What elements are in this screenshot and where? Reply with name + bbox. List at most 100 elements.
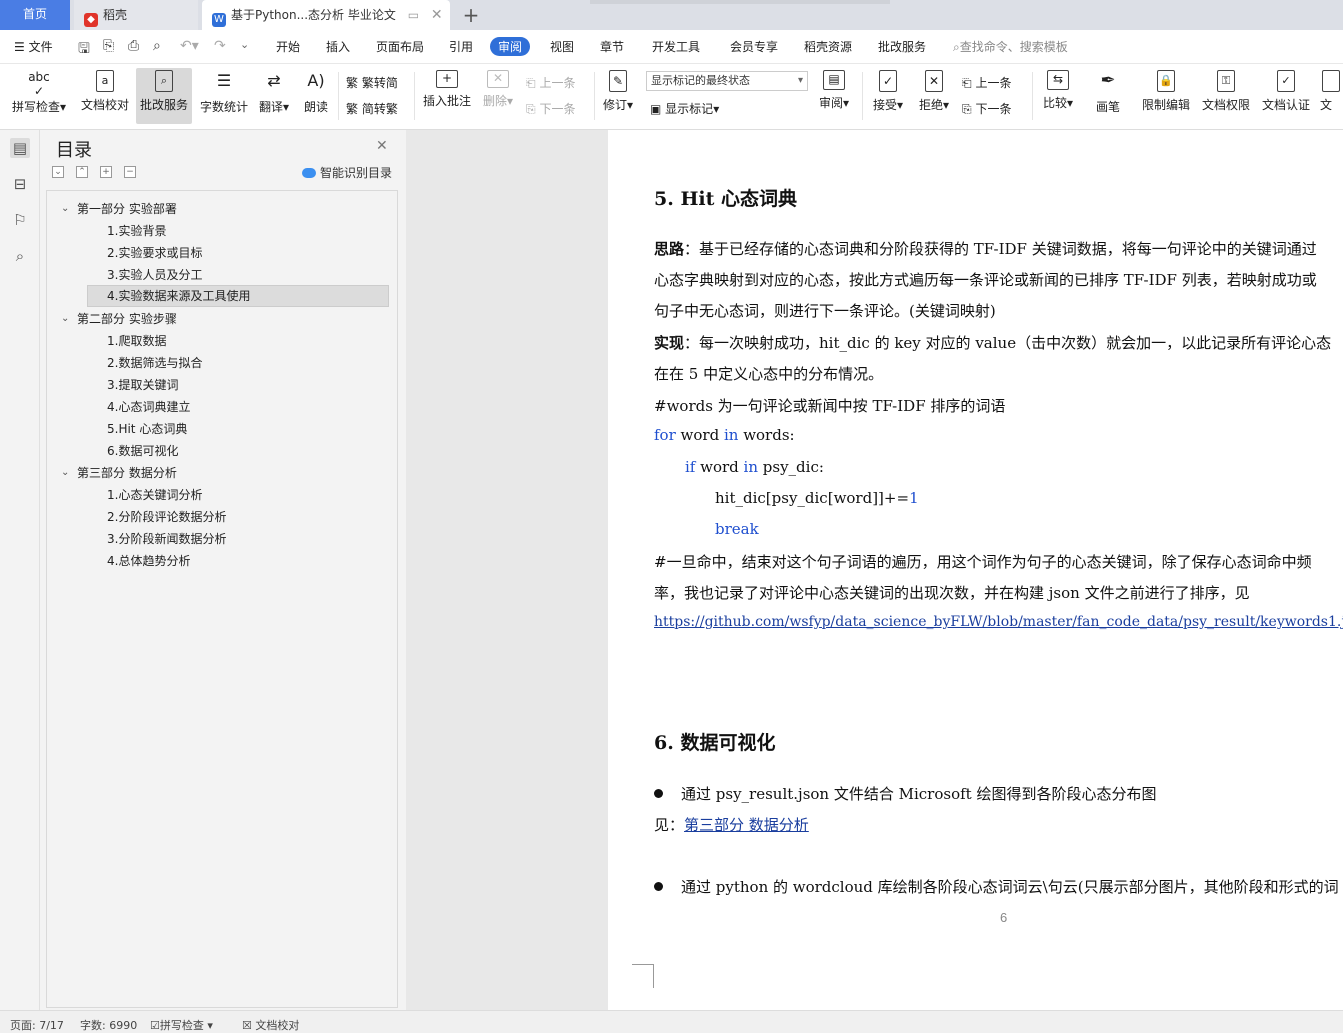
- insert-comment-button[interactable]: + 插入批注: [420, 68, 474, 124]
- next-comment-button[interactable]: ⎘ 下一条: [526, 100, 575, 117]
- collapse-all-icon[interactable]: ⌄: [52, 166, 64, 178]
- command-search[interactable]: ⌕查找命令、搜索模板: [953, 38, 1068, 55]
- toc-item[interactable]: 3.提取关键词: [107, 374, 178, 396]
- menu-references[interactable]: 引用: [449, 38, 473, 55]
- simp-trad-icon: 繁: [346, 102, 359, 116]
- toc-item-selected[interactable]: 4.实验数据来源及工具使用: [87, 285, 389, 307]
- toc-item-part2[interactable]: ⌄ 第二部分 实验步骤: [61, 308, 177, 330]
- show-markup-button[interactable]: ▣ 显示标记▾: [650, 100, 719, 117]
- add-level-icon[interactable]: +: [100, 166, 112, 178]
- reject-label: 拒绝: [918, 98, 943, 112]
- review-service-button[interactable]: ⌕ 批改服务: [136, 68, 192, 124]
- see-label: 见：: [654, 816, 685, 834]
- menu-start[interactable]: 开始: [276, 38, 300, 55]
- chapter-nav-icon[interactable]: ⊟: [10, 174, 30, 194]
- close-tab-icon[interactable]: ✕: [431, 0, 443, 30]
- undo-icon[interactable]: ↶▾: [180, 38, 199, 54]
- screen-icon[interactable]: ▭: [408, 0, 419, 30]
- prev-change-icon: ⎗: [962, 76, 972, 90]
- spell-check-status[interactable]: ☑拼写检查 ▾: [150, 1017, 213, 1033]
- simp-to-trad-button[interactable]: 繁 简转繁: [346, 100, 398, 117]
- reject-button[interactable]: ✕ 拒绝▾: [914, 68, 954, 124]
- file-menu[interactable]: ☰ 文件: [14, 38, 53, 55]
- trad-to-simp-button[interactable]: 繁 繁转简: [346, 74, 398, 91]
- toc-item[interactable]: 1.爬取数据: [107, 330, 166, 352]
- find-icon[interactable]: ⌕: [10, 246, 30, 266]
- prev-change-button[interactable]: ⎗ 上一条: [962, 74, 1011, 91]
- trad-to-simp-label: 繁转简: [361, 76, 398, 90]
- menu-insert[interactable]: 插入: [326, 38, 350, 55]
- next-change-button[interactable]: ⎘ 下一条: [962, 100, 1011, 117]
- menu-member[interactable]: 会员专享: [730, 38, 778, 55]
- part3-link[interactable]: 第三部分 数据分析: [684, 816, 809, 834]
- review-pane-button[interactable]: ▤ 审阅▾: [814, 68, 854, 124]
- tab-daoke[interactable]: ◆ 稻壳: [74, 0, 198, 30]
- compare-button[interactable]: ⇆ 比较▾: [1038, 68, 1078, 124]
- ink-button[interactable]: ✒ 画笔: [1090, 68, 1126, 124]
- track-changes-button[interactable]: ✎ 修订▾: [600, 68, 636, 124]
- toc-item[interactable]: 1.心态关键词分析: [107, 484, 202, 506]
- code-text: words:: [738, 426, 795, 444]
- word-count-button[interactable]: ☰ 字数统计: [198, 68, 250, 124]
- menu-developer[interactable]: 开发工具: [652, 38, 700, 55]
- delete-comment-button[interactable]: ✕ 删除▾: [480, 68, 516, 124]
- doc-more-button[interactable]: 文: [1320, 68, 1343, 124]
- toc-item[interactable]: 3.实验人员及分工: [107, 264, 202, 286]
- new-tab-button[interactable]: +: [458, 0, 484, 30]
- expand-up-icon[interactable]: ⌃: [76, 166, 88, 178]
- doc-rights-button[interactable]: ⚿ 文档权限: [1198, 68, 1254, 124]
- doc-proof-status[interactable]: ☒ 文档校对: [242, 1017, 299, 1033]
- menu-chapter[interactable]: 章节: [600, 38, 624, 55]
- read-aloud-button[interactable]: A) 朗读: [300, 68, 332, 124]
- toc-item[interactable]: 2.分阶段评论数据分析: [107, 506, 226, 528]
- smart-toc-button[interactable]: 智能识别目录: [302, 164, 392, 181]
- remove-level-icon[interactable]: −: [124, 166, 136, 178]
- menu-view[interactable]: 视图: [550, 38, 574, 55]
- document-page[interactable]: 5. Hit 心态词典 思路：基于已经存储的心态词典和分阶段获得的 TF-IDF…: [608, 130, 1343, 1010]
- doc-cert-button[interactable]: ✓ 文档认证: [1258, 68, 1314, 124]
- compare-label: 比较: [1042, 96, 1067, 110]
- word-count-indicator[interactable]: 字数: 6990: [80, 1017, 137, 1033]
- menu-review-service[interactable]: 批改服务: [878, 38, 926, 55]
- page-indicator[interactable]: 页面: 7/17: [10, 1017, 64, 1033]
- toc-item[interactable]: 2.实验要求或目标: [107, 242, 202, 264]
- keywords-json-link[interactable]: https://github.com/wsfyp/data_science_by…: [654, 614, 1343, 630]
- toc-item[interactable]: 4.总体趋势分析: [107, 550, 190, 572]
- restrict-edit-button[interactable]: 🔒 限制编辑: [1138, 68, 1194, 124]
- menu-daoke-resources[interactable]: 稻壳资源: [804, 38, 852, 55]
- paragraph-implementation: 实现：每一次映射成功，hit_dic 的 key 对应的 value（击中次数）…: [654, 332, 1331, 353]
- toc-view-icon[interactable]: ▤: [10, 138, 30, 158]
- toc-item[interactable]: 4.心态词典建立: [107, 396, 190, 418]
- translate-button[interactable]: ⇄ 翻译▾: [256, 68, 292, 124]
- toc-item[interactable]: 1.实验背景: [107, 220, 166, 242]
- doc-more-label: 文: [1320, 98, 1333, 112]
- save-icon[interactable]: 🖫: [78, 38, 90, 62]
- toc-item-part1[interactable]: ⌄ 第一部分 实验部署: [61, 198, 177, 220]
- print-preview-icon[interactable]: ⌕: [153, 38, 161, 54]
- toc-item[interactable]: 3.分阶段新闻数据分析: [107, 528, 226, 550]
- tab-document[interactable]: W 基于Python...态分析 毕业论文 ▭ ✕: [202, 0, 450, 30]
- paragraph-line: 在在 5 中定义心态中的分布情况。: [654, 365, 884, 383]
- toc-item-part3[interactable]: ⌄ 第三部分 数据分析: [61, 462, 177, 484]
- bookmark-icon[interactable]: ⚐: [10, 210, 30, 230]
- export-pdf-icon[interactable]: ⎘: [103, 38, 114, 54]
- toc-item[interactable]: 6.数据可视化: [107, 440, 178, 462]
- redo-icon[interactable]: ↷: [214, 38, 226, 54]
- checkbox-icon: ☑: [150, 1019, 160, 1032]
- menu-review[interactable]: 审阅: [490, 37, 531, 56]
- menu-page-layout[interactable]: 页面布局: [376, 38, 424, 55]
- code-comment: #words 为一句评论或新闻中按 TF-IDF 排序的词语: [654, 397, 1006, 415]
- prev-comment-button[interactable]: ⎗ 上一条: [526, 74, 575, 91]
- toc-item[interactable]: 2.数据筛选与拟合: [107, 352, 202, 374]
- accept-button[interactable]: ✓ 接受▾: [868, 68, 908, 124]
- customize-chevron-icon[interactable]: ⌄: [240, 38, 249, 51]
- print-icon[interactable]: ⎙: [128, 38, 139, 54]
- tab-home[interactable]: 首页: [0, 0, 70, 30]
- close-icon[interactable]: ✕: [376, 138, 388, 154]
- prev-comment-label: 上一条: [539, 76, 576, 90]
- markup-mode-select[interactable]: 显示标记的最终状态: [646, 71, 808, 91]
- bullet-icon: [654, 789, 663, 798]
- toc-item[interactable]: 5.Hit 心态词典: [107, 418, 187, 440]
- spell-check-button[interactable]: abc ✓ 拼写检查▾: [8, 68, 70, 124]
- doc-proof-button[interactable]: a 文档校对: [78, 68, 132, 124]
